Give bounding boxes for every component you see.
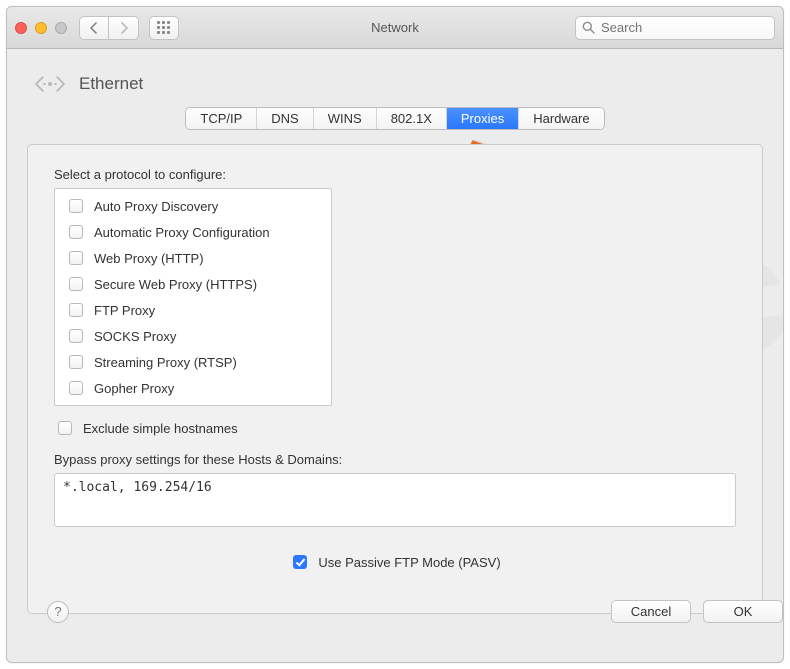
protocol-row[interactable]: SOCKS Proxy [55,323,331,349]
titlebar: Network [7,7,783,49]
bypass-textarea[interactable] [54,473,736,527]
exclude-hostnames-label: Exclude simple hostnames [83,421,238,436]
all-prefs-button[interactable] [149,16,179,40]
exclude-hostnames-row[interactable]: Exclude simple hostnames [54,418,736,438]
tab-bar: TCP/IP DNS WINS 802.1X Proxies Hardware [185,107,604,130]
cancel-button[interactable]: Cancel [611,600,691,623]
page-title: Ethernet [79,74,143,94]
protocol-list: Auto Proxy Discovery Automatic Proxy Con… [54,188,332,406]
protocol-checkbox[interactable] [69,225,83,239]
maximize-icon[interactable] [55,22,67,34]
grid-icon [157,21,171,35]
search-icon [582,21,595,34]
protocol-checkbox[interactable] [69,251,83,265]
network-window: PCrisk.com Network [6,6,784,663]
close-icon[interactable] [15,22,27,34]
chevron-right-icon [120,22,128,34]
tab-hardware[interactable]: Hardware [519,108,603,129]
protocol-checkbox[interactable] [69,355,83,369]
protocol-label-text: Gopher Proxy [94,381,174,396]
protocol-label-text: Automatic Proxy Configuration [94,225,270,240]
search-field[interactable] [575,16,775,40]
ethernet-icon [33,67,67,101]
protocol-checkbox[interactable] [69,199,83,213]
proxies-panel: Select a protocol to configure: Auto Pro… [27,144,763,614]
nav-buttons [79,16,139,40]
back-button[interactable] [79,16,109,40]
protocol-row[interactable]: Secure Web Proxy (HTTPS) [55,271,331,297]
bypass-label: Bypass proxy settings for these Hosts & … [54,452,736,467]
protocol-row[interactable]: Streaming Proxy (RTSP) [55,349,331,375]
window-body: Ethernet TCP/IP DNS WINS 802.1X Proxies … [7,49,783,662]
protocol-checkbox[interactable] [69,303,83,317]
tab-tcpip[interactable]: TCP/IP [186,108,257,129]
ok-button[interactable]: OK [703,600,783,623]
protocol-row[interactable]: Gopher Proxy [55,375,331,401]
pasv-checkbox[interactable] [293,555,307,569]
help-button[interactable]: ? [47,601,69,623]
protocol-checkbox[interactable] [69,329,83,343]
tab-dns[interactable]: DNS [257,108,313,129]
protocol-row[interactable]: Automatic Proxy Configuration [55,219,331,245]
protocol-label-text: Web Proxy (HTTP) [94,251,204,266]
minimize-icon[interactable] [35,22,47,34]
protocol-label-text: Auto Proxy Discovery [94,199,218,214]
forward-button[interactable] [109,16,139,40]
tab-wins[interactable]: WINS [314,108,377,129]
protocol-row[interactable]: FTP Proxy [55,297,331,323]
heading-row: Ethernet [27,67,763,101]
protocol-label-text: Streaming Proxy (RTSP) [94,355,237,370]
protocol-label: Select a protocol to configure: [54,167,736,182]
exclude-hostnames-checkbox[interactable] [58,421,72,435]
protocol-checkbox[interactable] [69,381,83,395]
pasv-label: Use Passive FTP Mode (PASV) [318,555,500,570]
protocol-row[interactable]: Auto Proxy Discovery [55,193,331,219]
protocol-label-text: SOCKS Proxy [94,329,176,344]
protocol-label-text: Secure Web Proxy (HTTPS) [94,277,257,292]
pasv-row[interactable]: Use Passive FTP Mode (PASV) [54,552,736,572]
protocol-row[interactable]: Web Proxy (HTTP) [55,245,331,271]
protocol-checkbox[interactable] [69,277,83,291]
protocol-label-text: FTP Proxy [94,303,155,318]
traffic-lights [15,22,67,34]
search-input[interactable] [599,19,768,36]
chevron-left-icon [90,22,98,34]
tab-8021x[interactable]: 802.1X [377,108,447,129]
footer: ? Cancel OK [47,600,783,623]
tab-proxies[interactable]: Proxies [447,108,519,129]
